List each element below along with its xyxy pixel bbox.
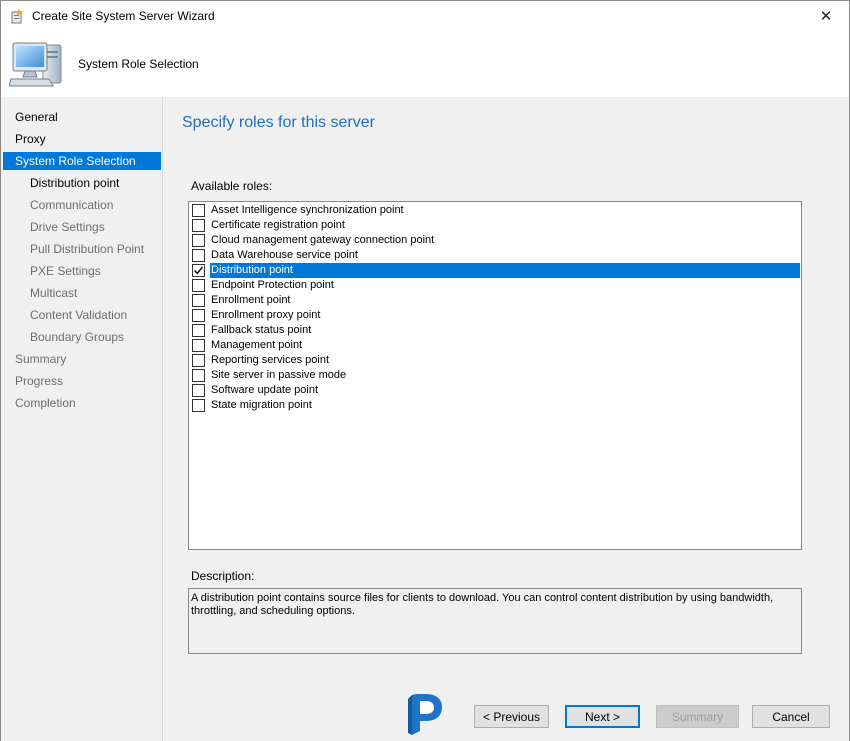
role-label: Data Warehouse service point: [211, 249, 358, 261]
role-checkbox[interactable]: [192, 204, 205, 217]
role-label: Enrollment point: [211, 294, 291, 306]
role-label: Reporting services point: [211, 354, 330, 366]
role-row-state-migration[interactable]: State migration point: [190, 398, 800, 413]
role-row-distribution-point[interactable]: Distribution point: [190, 263, 800, 278]
role-label: Software update point: [211, 384, 319, 396]
role-row-software-update[interactable]: Software update point: [190, 383, 800, 398]
role-label: Certificate registration point: [211, 219, 345, 231]
wizard-nav: General Proxy System Role Selection Dist…: [1, 97, 163, 741]
role-label: State migration point: [211, 399, 312, 411]
summary-button: Summary: [656, 705, 739, 728]
available-roles-label: Available roles:: [191, 179, 273, 193]
nav-item-proxy[interactable]: Proxy: [3, 130, 161, 148]
role-label: Fallback status point: [211, 324, 312, 336]
wizard-footer: < Previous Next > Summary Cancel: [163, 687, 849, 741]
nav-item-general[interactable]: General: [3, 108, 161, 126]
window-title: Create Site System Server Wizard: [32, 9, 215, 23]
title-bar: Create Site System Server Wizard ✕: [1, 1, 849, 31]
role-row-endpoint-protection[interactable]: Endpoint Protection point: [190, 278, 800, 293]
role-checkbox[interactable]: [192, 324, 205, 337]
main-panel: Specify roles for this server Available …: [163, 97, 849, 687]
role-label: Endpoint Protection point: [211, 279, 334, 291]
role-label: Distribution point: [210, 263, 800, 278]
role-checkbox[interactable]: [192, 309, 205, 322]
previous-button[interactable]: < Previous: [474, 705, 549, 728]
next-button[interactable]: Next >: [565, 705, 640, 728]
description-box: A distribution point contains source fil…: [188, 588, 802, 654]
nav-item-multicast: Multicast: [30, 286, 78, 300]
nav-item-pull-distribution-point: Pull Distribution Point: [30, 242, 145, 256]
role-row-reporting-services[interactable]: Reporting services point: [190, 353, 800, 368]
nav-item-communication: Communication: [30, 198, 114, 212]
role-checkbox[interactable]: [192, 339, 205, 352]
prajwal-p-logo-icon: [406, 691, 446, 737]
role-checkbox[interactable]: [192, 249, 205, 262]
nav-item-completion: Completion: [15, 396, 76, 410]
wizard-header: System Role Selection: [1, 31, 849, 97]
role-row-enrollment-proxy[interactable]: Enrollment proxy point: [190, 308, 800, 323]
role-label: Asset Intelligence synchronization point: [211, 204, 404, 216]
role-checkbox[interactable]: [192, 369, 205, 382]
nav-item-system-role-selection[interactable]: System Role Selection: [3, 152, 161, 170]
role-checkbox[interactable]: [192, 219, 205, 232]
role-row-cloud-management-gateway[interactable]: Cloud management gateway connection poin…: [190, 233, 800, 248]
nav-item-boundary-groups: Boundary Groups: [30, 330, 125, 344]
nav-item-drive-settings: Drive Settings: [30, 220, 105, 234]
role-row-enrollment-point[interactable]: Enrollment point: [190, 293, 800, 308]
checkmark-icon: [194, 266, 204, 275]
role-label: Site server in passive mode: [211, 369, 347, 381]
close-button[interactable]: ✕: [803, 1, 849, 31]
role-checkbox-checked[interactable]: [192, 264, 205, 277]
role-row-fallback-status[interactable]: Fallback status point: [190, 323, 800, 338]
nav-item-progress: Progress: [15, 374, 64, 388]
wizard-window: Create Site System Server Wizard ✕ Syste…: [0, 0, 850, 741]
wizard-app-icon: [10, 8, 24, 24]
role-row-management-point[interactable]: Management point: [190, 338, 800, 353]
role-checkbox[interactable]: [192, 234, 205, 247]
role-checkbox[interactable]: [192, 354, 205, 367]
role-label: Cloud management gateway connection poin…: [211, 234, 435, 246]
role-row-certificate-registration[interactable]: Certificate registration point: [190, 218, 800, 233]
computer-icon: [8, 39, 65, 91]
header-title: System Role Selection: [78, 57, 199, 71]
role-checkbox[interactable]: [192, 279, 205, 292]
description-label: Description:: [191, 569, 255, 583]
role-label: Management point: [211, 339, 303, 351]
nav-item-pxe-settings: PXE Settings: [30, 264, 101, 278]
close-icon: ✕: [819, 8, 833, 25]
roles-list[interactable]: Asset Intelligence synchronization point…: [188, 201, 802, 550]
page-heading: Specify roles for this server: [182, 114, 375, 131]
role-label: Enrollment proxy point: [211, 309, 321, 321]
role-checkbox[interactable]: [192, 384, 205, 397]
role-row-site-server-passive[interactable]: Site server in passive mode: [190, 368, 800, 383]
nav-item-content-validation: Content Validation: [30, 308, 128, 322]
nav-item-distribution-point[interactable]: Distribution point: [3, 174, 161, 192]
role-checkbox[interactable]: [192, 294, 205, 307]
role-row-data-warehouse[interactable]: Data Warehouse service point: [190, 248, 800, 263]
cancel-button[interactable]: Cancel: [752, 705, 830, 728]
role-row-asset-intelligence[interactable]: Asset Intelligence synchronization point: [190, 203, 800, 218]
role-checkbox[interactable]: [192, 399, 205, 412]
nav-item-summary: Summary: [15, 352, 67, 366]
